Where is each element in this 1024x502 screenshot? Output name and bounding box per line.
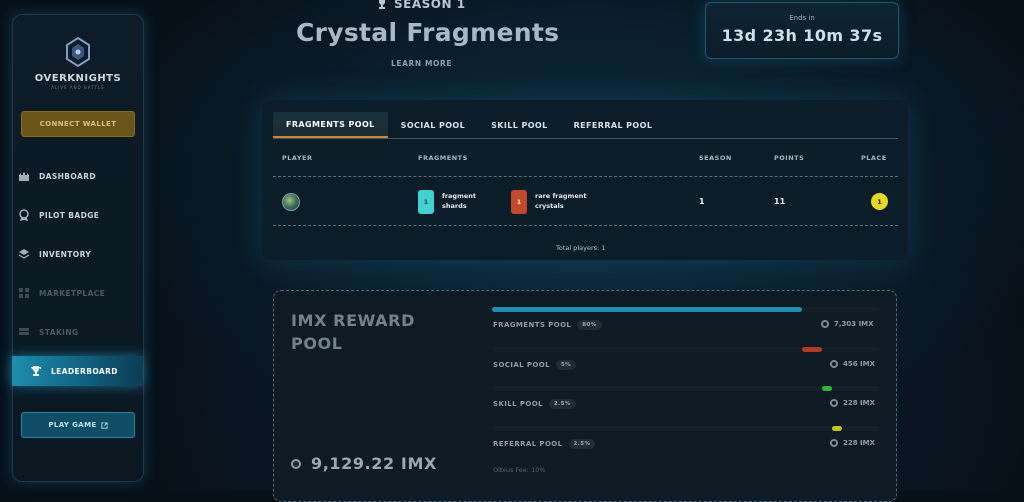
sidebar-item-label: LEADERBOARD <box>51 366 118 376</box>
fragment-label-line1: rare fragment <box>535 192 587 200</box>
rare-fragment-crystals-label: rare fragment crystals <box>535 191 595 211</box>
tab-referral-pool[interactable]: REFERRAL POOL <box>561 112 666 138</box>
column-header-season: SEASON <box>699 154 732 162</box>
learn-more-link[interactable]: LEARN MORE <box>391 59 452 68</box>
sidebar-item-label: MARKETPLACE <box>39 288 106 298</box>
column-header-player: PLAYER <box>282 154 313 162</box>
leaderboard-panel: FRAGMENTS POOL SOCIAL POOL SKILL POOL RE… <box>262 100 908 260</box>
pool-amount-value: 7,303 IMX <box>834 320 874 328</box>
header-divider <box>273 176 898 177</box>
tab-fragments-pool[interactable]: FRAGMENTS POOL <box>273 112 388 138</box>
page-title: Crystal Fragments <box>296 18 560 47</box>
place-badge: 1 <box>871 193 888 210</box>
pool-percent-badge: 2.5% <box>548 399 576 409</box>
stack-icon <box>18 326 30 338</box>
badge-icon <box>18 209 30 221</box>
pool-label: FRAGMENTS POOL 80% <box>493 320 602 330</box>
pool-amount: 456 IMX <box>830 360 875 368</box>
total-players: Total players: 1 <box>556 244 606 252</box>
logo-text: OVERKNIGHTS <box>34 73 122 84</box>
season-value: 1 <box>699 197 705 206</box>
pool-name: SOCIAL POOL <box>493 361 550 369</box>
countdown-value: 13d 23h 10m 37s <box>721 26 883 45</box>
sidebar-item-dashboard[interactable]: DASHBOARD <box>0 164 130 188</box>
sidebar-item-marketplace[interactable]: MARKETPLACE <box>0 281 130 305</box>
pool-label: REFERRAL POOL 2.5% <box>493 439 596 449</box>
reward-pool-total-value: 9,129.22 IMX <box>311 454 437 473</box>
play-game-button[interactable]: PLAY GAME <box>21 412 135 438</box>
pool-name: REFERRAL POOL <box>493 440 563 448</box>
imx-coin-icon <box>821 320 829 328</box>
overknights-logo-icon <box>66 36 90 68</box>
pool-name: FRAGMENTS POOL <box>493 321 572 329</box>
imx-coin-icon <box>830 399 838 407</box>
imx-coin-icon <box>830 360 838 368</box>
pool-percent-badge: 80% <box>577 320 602 330</box>
pool-amount: 228 IMX <box>830 439 875 447</box>
pool-bar-fill <box>802 347 822 352</box>
fragment-label-line2: shards <box>442 202 467 210</box>
player-avatar[interactable] <box>282 193 300 211</box>
imx-coin-icon <box>291 458 301 469</box>
tab-skill-pool[interactable]: SKILL POOL <box>478 112 560 138</box>
pool-bar-track <box>492 307 880 312</box>
fragment-shards-label: fragment shards <box>442 191 502 211</box>
pool-amount: 228 IMX <box>830 399 875 407</box>
fee-note: Olbius Fee: 10% <box>493 466 546 474</box>
sidebar-item-pilot-badge[interactable]: PILOT BADGE <box>0 203 130 227</box>
points-value: 11 <box>774 197 786 206</box>
rare-fragment-crystals-count: 1 <box>511 190 527 214</box>
season-countdown: Ends in 13d 23h 10m 37s <box>705 2 899 59</box>
layers-icon <box>18 248 30 260</box>
sidebar-item-label: STAKING <box>39 327 79 337</box>
pool-bar-track <box>492 386 880 391</box>
external-link-icon <box>101 421 108 429</box>
column-header-points: POINTS <box>774 154 805 162</box>
pool-bar-track <box>492 426 880 431</box>
countdown-label: Ends in <box>789 14 815 22</box>
pool-bar-fill <box>492 307 803 312</box>
trophy-icon <box>379 0 385 9</box>
trophy-icon <box>30 365 42 377</box>
column-header-place: PLACE <box>861 154 887 162</box>
grid-icon <box>18 287 30 299</box>
pool-bar-fill <box>831 426 842 431</box>
sidebar-item-label: INVENTORY <box>39 249 92 259</box>
pool-percent-badge: 5% <box>555 360 577 370</box>
pool-amount-value: 456 IMX <box>843 360 876 368</box>
row-divider <box>273 225 898 226</box>
castle-icon <box>18 170 30 182</box>
pool-bar-fill <box>821 386 832 391</box>
fragment-shards-count: 1 <box>418 190 434 214</box>
fragment-label-line1: fragment <box>442 192 476 200</box>
sidebar-item-label: PILOT BADGE <box>39 210 100 220</box>
sidebar-item-label: DASHBOARD <box>39 171 97 181</box>
logo[interactable]: OVERKNIGHTS ALIVE AND BATTLE <box>13 36 143 90</box>
reward-pool-title: IMX REWARD POOL <box>291 311 415 353</box>
sidebar-item-leaderboard[interactable]: LEADERBOARD <box>12 356 142 386</box>
reward-pool-total: 9,129.22 IMX <box>291 454 437 473</box>
pool-label: SOCIAL POOL 5% <box>493 360 577 370</box>
pool-amount-value: 228 IMX <box>843 399 876 407</box>
tab-divider <box>273 138 898 139</box>
pool-label: SKILL POOL 2.5% <box>493 399 576 409</box>
tab-social-pool[interactable]: SOCIAL POOL <box>388 112 478 138</box>
pool-percent-badge: 2.5% <box>568 439 596 449</box>
pool-name: SKILL POOL <box>493 400 543 408</box>
sidebar-item-staking[interactable]: STAKING <box>0 320 130 344</box>
connect-wallet-button[interactable]: CONNECT WALLET <box>21 111 135 137</box>
fragment-label-line2: crystals <box>535 202 564 210</box>
logo-subtitle: ALIVE AND BATTLE <box>51 85 105 90</box>
season-text: SEASON 1 <box>394 0 466 11</box>
pool-amount-value: 228 IMX <box>843 439 876 447</box>
pool-amount: 7,303 IMX <box>821 320 874 328</box>
sidebar-item-inventory[interactable]: INVENTORY <box>0 242 130 266</box>
imx-coin-icon <box>830 439 838 447</box>
play-game-label: PLAY GAME <box>48 421 97 429</box>
pool-bar-track <box>492 347 880 352</box>
column-header-fragments: FRAGMENTS <box>418 154 468 162</box>
pool-tabs: FRAGMENTS POOL SOCIAL POOL SKILL POOL RE… <box>273 112 665 138</box>
season-label: SEASON 1 <box>376 0 466 11</box>
